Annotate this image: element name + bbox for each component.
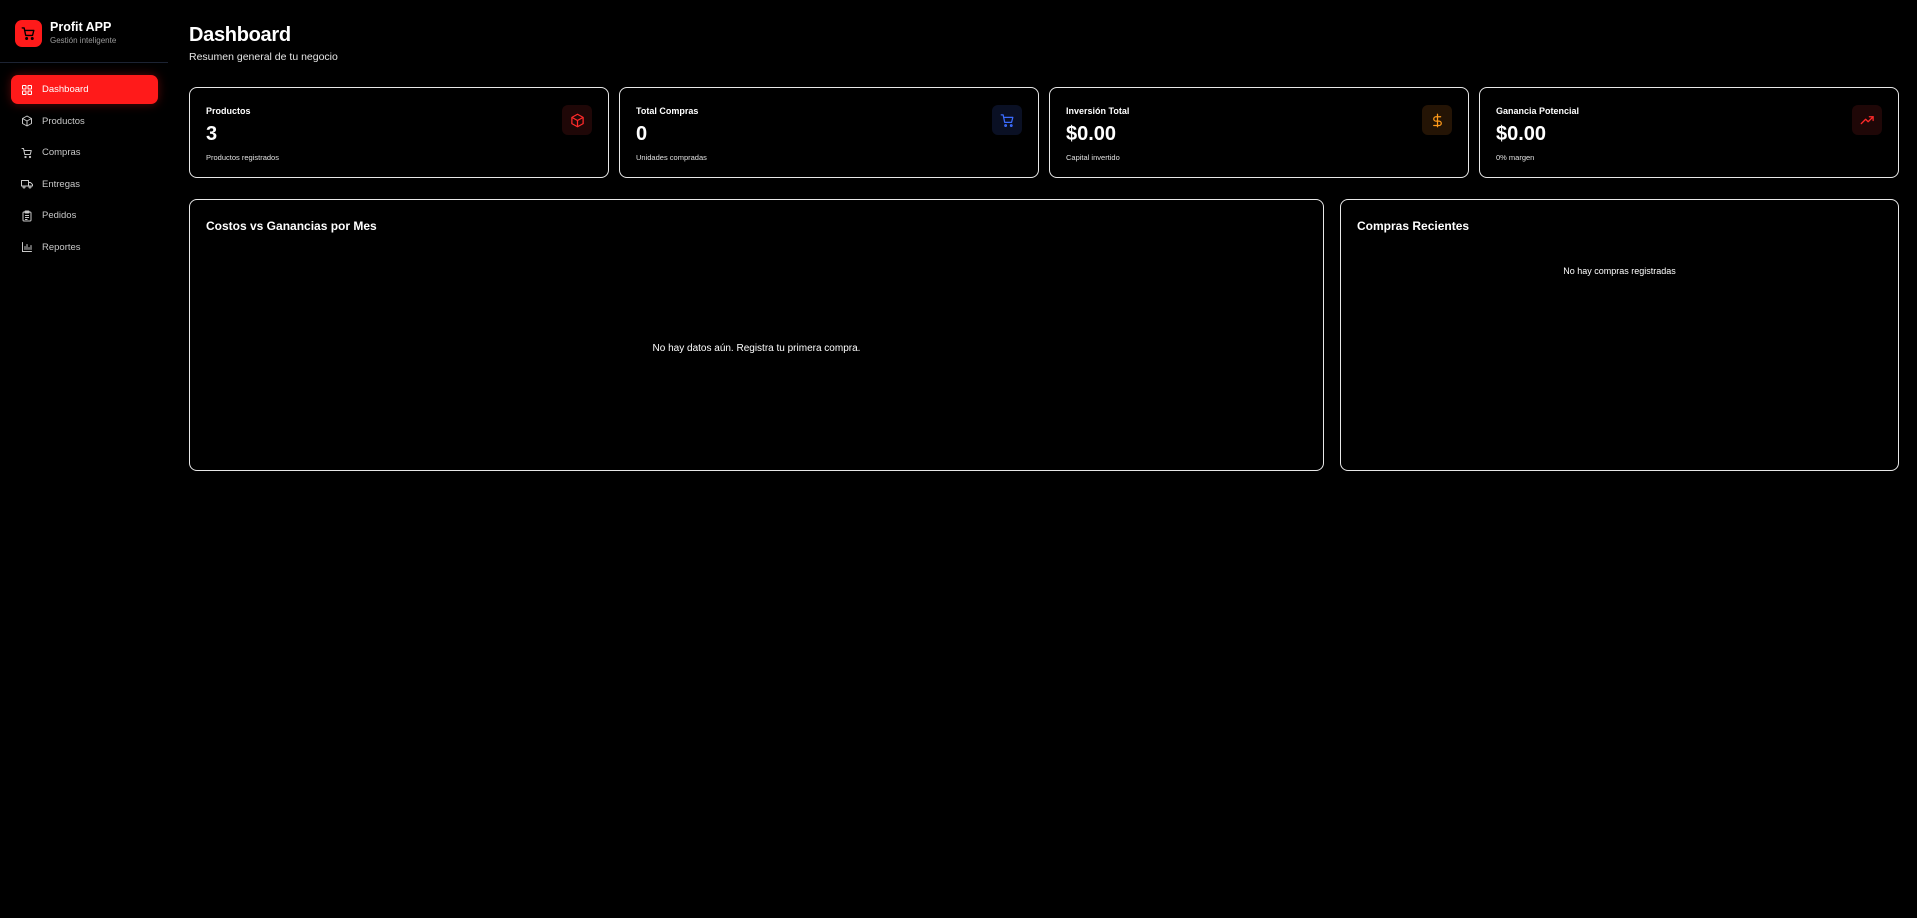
stat-label: Productos [206,106,251,116]
stat-card-ganancia-potencial: Ganancia Potencial $0.00 0% margen [1479,87,1899,178]
box-icon [562,105,592,135]
shopping-cart-icon [992,105,1022,135]
sidebar-item-reportes[interactable]: Reportes [11,233,158,262]
stat-value: 3 [206,123,218,145]
sidebar-item-label: Entregas [42,178,81,190]
sidebar-item-entregas[interactable]: Entregas [11,170,158,199]
shopping-cart-icon [21,147,33,159]
stat-card-total-compras: Total Compras 0 Unidades compradas [619,87,1039,178]
recent-purchases-empty-message: No hay compras registradas [1563,266,1676,276]
box-icon [21,115,33,127]
brand[interactable]: Profit APP Gestión inteligente [15,20,116,47]
trending-up-icon [1852,105,1882,135]
chart-empty-message: No hay datos aún. Registra tu primera co… [652,343,861,354]
page-subtitle: Resumen general de tu negocio [189,51,338,63]
sidebar-nav: Dashboard Productos Compras Entregas Ped… [11,75,158,264]
dashboard-grid-icon [21,84,33,96]
app-name: Profit APP [50,19,112,34]
dollar-icon [1422,105,1452,135]
sidebar-item-productos[interactable]: Productos [11,107,158,136]
stat-sub: Productos registrados [206,153,279,162]
stat-value: $0.00 [1066,123,1117,145]
stat-label: Ganancia Potencial [1496,106,1580,116]
sidebar-item-label: Dashboard [42,84,89,95]
sidebar-item-label: Pedidos [42,210,77,221]
shopping-cart-icon [15,20,42,47]
chart-panel-title: Costos vs Ganancias por Mes [206,219,377,233]
sidebar: Profit APP Gestión inteligente Dashboard… [0,0,168,918]
sidebar-divider [0,62,168,63]
stat-sub: Unidades compradas [636,153,707,162]
sidebar-item-label: Compras [42,147,81,158]
page-title: Dashboard [189,24,291,46]
recent-purchases-title: Compras Recientes [1357,219,1470,233]
stat-card-inversion-total: Inversión Total $0.00 Capital invertido [1049,87,1469,178]
clipboard-icon [21,210,33,222]
sidebar-item-pedidos[interactable]: Pedidos [11,201,158,230]
chart-panel: Costos vs Ganancias por Mes No hay datos… [189,199,1324,471]
app-tagline: Gestión inteligente [50,36,117,46]
stat-sub: Capital invertido [1066,153,1120,162]
truck-icon [21,178,33,190]
sidebar-item-compras[interactable]: Compras [11,138,158,167]
sidebar-item-dashboard[interactable]: Dashboard [11,75,158,104]
stat-label: Total Compras [636,106,699,116]
stat-value: $0.00 [1496,123,1547,145]
stat-value: 0 [636,123,648,145]
stat-card-productos: Productos 3 Productos registrados [189,87,609,178]
stat-label: Inversión Total [1066,106,1130,116]
bar-chart-icon [21,241,33,253]
sidebar-item-label: Reportes [42,241,81,253]
stat-sub: 0% margen [1496,153,1535,162]
recent-purchases-panel: Compras Recientes No hay compras registr… [1340,199,1899,471]
sidebar-item-label: Productos [42,115,85,127]
